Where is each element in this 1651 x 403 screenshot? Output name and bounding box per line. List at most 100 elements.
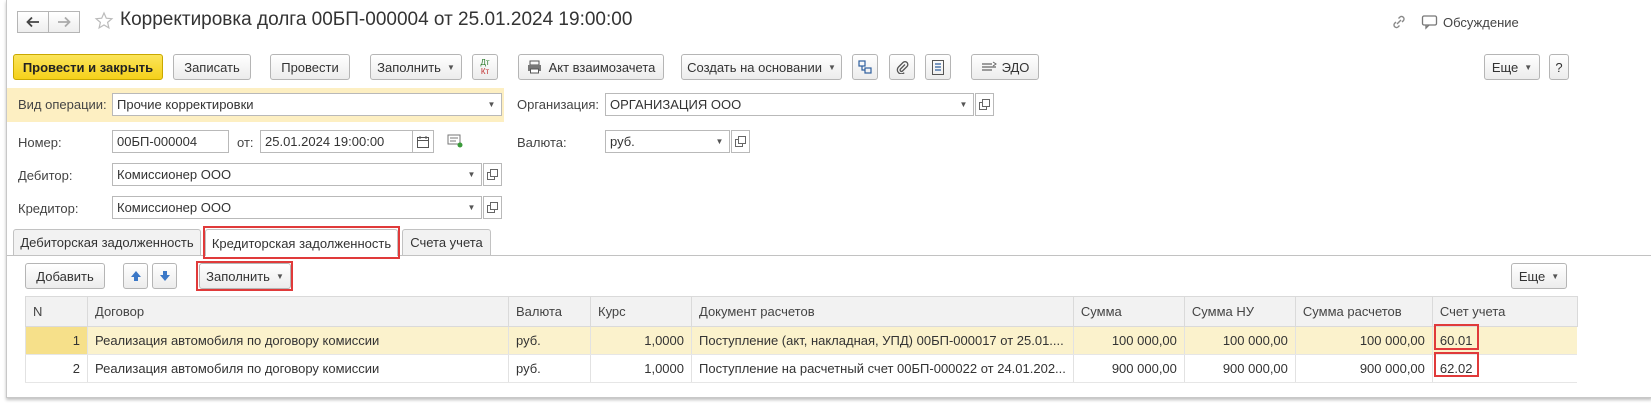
discussion-label: Обсуждение: [1443, 14, 1519, 30]
move-up-button[interactable]: [123, 263, 148, 289]
cell-n[interactable]: 2: [25, 354, 88, 383]
write-button[interactable]: Записать: [173, 54, 251, 80]
table-row[interactable]: 2 Реализация автомобиля по договору коми…: [25, 354, 1578, 383]
discussion-button[interactable]: Обсуждение: [1421, 14, 1519, 30]
column-header-sum[interactable]: Сумма: [1072, 296, 1185, 327]
creditor-label: Кредитор:: [18, 201, 79, 216]
move-down-button[interactable]: [152, 263, 177, 289]
calendar-button[interactable]: [412, 130, 434, 153]
table-more-button[interactable]: Еще ▼: [1511, 263, 1567, 289]
hierarchy-icon: [858, 60, 872, 74]
act-netting-button[interactable]: Акт взаимозачета: [518, 54, 664, 80]
creditor-open-button[interactable]: [483, 196, 502, 219]
column-header-account[interactable]: Счет учета: [1431, 296, 1578, 327]
date-label: от:: [237, 135, 254, 150]
cell-rate[interactable]: 1,0000: [590, 354, 692, 383]
creditor-dropdown[interactable]: ▼: [462, 196, 482, 219]
number-field[interactable]: 00БП-000004: [112, 130, 229, 153]
organization-field[interactable]: ОРГАНИЗАЦИЯ ООО: [605, 93, 957, 116]
table-header-row: N Договор Валюта Курс Документ расчетов …: [25, 296, 1578, 327]
tab-receivables[interactable]: Дебиторская задолженность: [13, 229, 201, 255]
act-netting-label: Акт взаимозачета: [548, 59, 656, 75]
attachments-button[interactable]: [889, 54, 915, 80]
paperclip-icon: [896, 61, 909, 74]
printer-icon: [527, 60, 541, 74]
cell-sum-settlement[interactable]: 100 000,00: [1294, 326, 1433, 355]
post-button[interactable]: Провести: [270, 54, 350, 80]
list-icon: [932, 59, 944, 75]
currency-dropdown[interactable]: ▼: [710, 130, 730, 153]
post-and-close-button[interactable]: Провести и закрыть: [13, 54, 163, 80]
cell-account[interactable]: 62.02: [1431, 354, 1578, 383]
tab-payables[interactable]: Кредиторская задолженность: [205, 229, 398, 256]
column-header-sum-nu[interactable]: Сумма НУ: [1183, 296, 1296, 327]
arrow-left-icon: [26, 16, 39, 28]
tab-accounts[interactable]: Счета учета: [402, 229, 491, 255]
organization-dropdown[interactable]: ▼: [954, 93, 974, 116]
open-window-icon: [487, 169, 498, 180]
cell-document[interactable]: Поступление (акт, накладная, УПД) 00БП-0…: [691, 326, 1074, 355]
table-fill-button[interactable]: Заполнить ▼: [199, 263, 291, 289]
cell-currency[interactable]: руб.: [508, 354, 591, 383]
cell-contract[interactable]: Реализация автомобиля по договору комисс…: [87, 326, 509, 355]
cell-sum-nu[interactable]: 900 000,00: [1183, 354, 1296, 383]
cell-contract[interactable]: Реализация автомобиля по договору комисс…: [87, 354, 509, 383]
cell-sum-settlement[interactable]: 900 000,00: [1294, 354, 1433, 383]
open-window-icon: [735, 136, 746, 147]
cell-rate[interactable]: 1,0000: [590, 326, 692, 355]
number-label: Номер:: [18, 135, 62, 150]
table-row[interactable]: 1 Реализация автомобиля по договору коми…: [25, 326, 1578, 355]
caret-down-icon: ▼: [446, 62, 455, 72]
date-field[interactable]: 25.01.2024 19:00:00: [260, 130, 413, 153]
cell-currency[interactable]: руб.: [508, 326, 591, 355]
cell-document[interactable]: Поступление на расчетный счет 00БП-00002…: [691, 354, 1074, 383]
forward-button[interactable]: [48, 11, 80, 33]
create-based-on-button[interactable]: Создать на основании ▼: [681, 54, 842, 80]
calendar-icon: [417, 135, 429, 148]
star-icon[interactable]: [94, 11, 114, 31]
cell-n[interactable]: 1: [25, 326, 88, 355]
organization-label: Организация:: [517, 97, 600, 112]
cell-account[interactable]: 60.01: [1431, 326, 1578, 355]
debtor-open-button[interactable]: [483, 163, 502, 186]
debtor-label: Дебитор:: [18, 168, 73, 183]
chat-icon: [1421, 15, 1438, 30]
comment-icon[interactable]: [447, 134, 463, 151]
edo-button[interactable]: ЭДО: [971, 54, 1039, 80]
column-header-n[interactable]: N: [25, 296, 88, 327]
operation-type-dropdown[interactable]: ▼: [482, 93, 502, 116]
open-window-icon: [979, 99, 990, 110]
link-icon[interactable]: [1391, 14, 1407, 33]
currency-field[interactable]: руб.: [605, 130, 713, 153]
create-based-label: Создать на основании: [687, 59, 822, 75]
open-window-icon: [487, 202, 498, 213]
help-button[interactable]: ?: [1549, 54, 1569, 80]
column-header-currency[interactable]: Валюта: [508, 296, 591, 327]
kt-label: Кт: [480, 67, 490, 76]
cell-sum[interactable]: 100 000,00: [1072, 326, 1185, 355]
column-header-document[interactable]: Документ расчетов: [691, 296, 1074, 327]
cell-sum[interactable]: 900 000,00: [1072, 354, 1185, 383]
debtor-dropdown[interactable]: ▼: [462, 163, 482, 186]
structure-button[interactable]: [852, 54, 878, 80]
cell-sum-nu[interactable]: 100 000,00: [1183, 326, 1296, 355]
column-header-sum-settlement[interactable]: Сумма расчетов: [1294, 296, 1433, 327]
debtor-field[interactable]: Комиссионер ООО: [112, 163, 465, 186]
operation-type-field[interactable]: Прочие корректировки: [112, 93, 485, 116]
back-button[interactable]: [17, 11, 49, 33]
column-header-contract[interactable]: Договор: [87, 296, 509, 327]
report-button[interactable]: [925, 54, 951, 80]
caret-down-icon: ▼: [1524, 62, 1533, 72]
fill-dropdown-button[interactable]: Заполнить ▼: [370, 54, 462, 80]
more-label: Еще: [1491, 59, 1519, 75]
dt-kt-button[interactable]: Дт Кт: [472, 54, 498, 80]
more-button[interactable]: Еще ▼: [1484, 54, 1540, 80]
currency-open-button[interactable]: [731, 130, 750, 153]
creditor-field[interactable]: Комиссионер ООО: [112, 196, 465, 219]
column-header-rate[interactable]: Курс: [590, 296, 692, 327]
currency-label: Валюта:: [517, 135, 567, 150]
dt-label: Дт: [480, 58, 490, 67]
organization-open-button[interactable]: [975, 93, 994, 116]
add-row-button[interactable]: Добавить: [25, 263, 105, 289]
arrow-up-icon: [130, 271, 141, 281]
